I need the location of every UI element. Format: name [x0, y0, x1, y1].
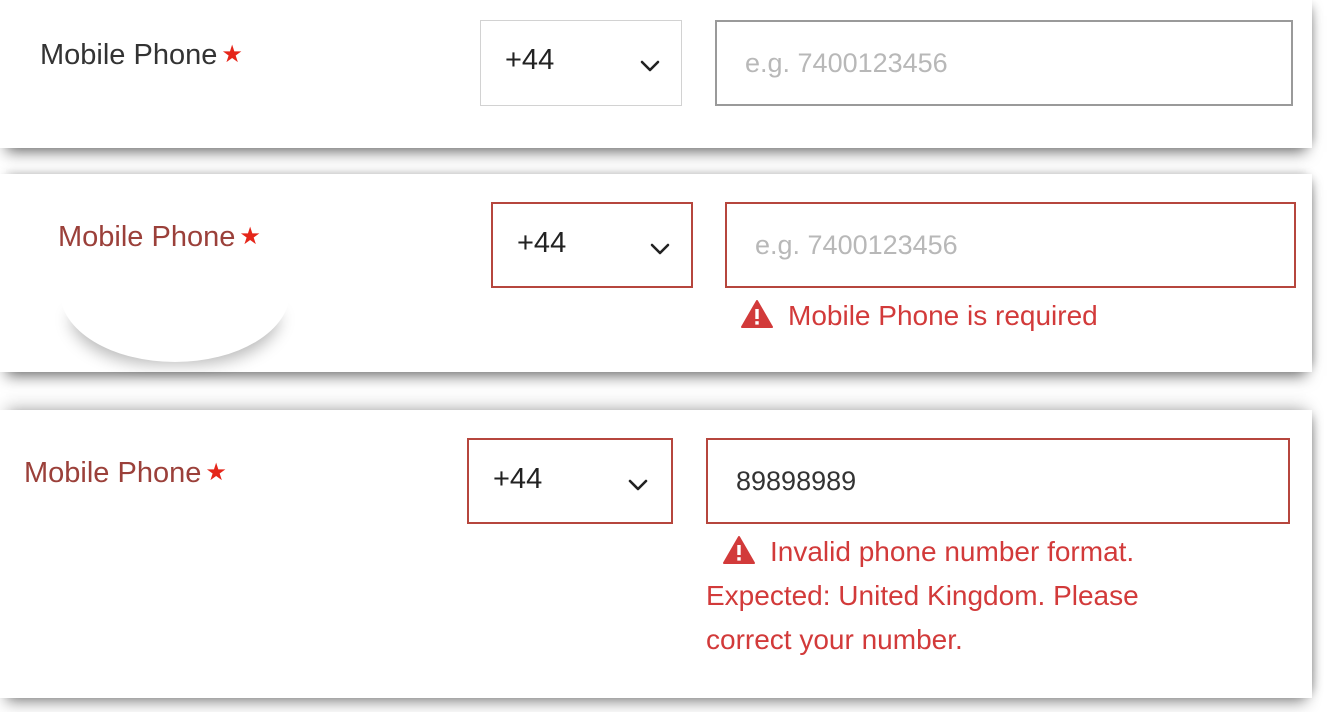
phone-number-input[interactable]: e.g. 7400123456	[715, 20, 1293, 106]
phone-number-placeholder: e.g. 7400123456	[755, 230, 958, 260]
country-code-select[interactable]: +44	[467, 438, 673, 524]
phone-number-value: 89898989	[736, 466, 857, 496]
country-code-value: +44	[493, 463, 543, 495]
phone-number-placeholder: e.g. 7400123456	[745, 48, 948, 78]
phone-number-input[interactable]: e.g. 7400123456	[725, 202, 1296, 288]
phone-number-input[interactable]: 89898989	[706, 438, 1290, 524]
mobile-phone-field-required-error: Mobile Phone ★ +44 e.g. 7400123456 Mobile…	[0, 174, 1312, 372]
chevron-down-icon	[640, 60, 660, 72]
country-code-value: +44	[505, 44, 555, 76]
field-label-text: Mobile Phone	[58, 221, 236, 253]
field-label: Mobile Phone ★	[40, 38, 243, 74]
required-star-icon: ★	[239, 223, 261, 250]
decorative-shadow	[60, 292, 290, 362]
country-code-value: +44	[517, 227, 567, 259]
error-message: Invalid phone number format. Expected: U…	[706, 530, 1139, 662]
field-label: Mobile Phone ★	[24, 456, 227, 492]
required-star-icon: ★	[221, 41, 243, 68]
field-label: Mobile Phone ★	[58, 220, 261, 256]
error-message: Mobile Phone is required	[740, 294, 1098, 338]
chevron-down-icon	[650, 243, 670, 255]
field-label-text: Mobile Phone	[24, 457, 202, 489]
error-text-line-3: correct your number.	[706, 624, 963, 655]
country-code-select[interactable]: +44	[480, 20, 682, 106]
chevron-down-icon	[628, 479, 648, 491]
field-label-text: Mobile Phone	[40, 39, 218, 71]
warning-triangle-icon	[723, 536, 755, 564]
error-text-line-2: Expected: United Kingdom. Please	[706, 580, 1139, 611]
mobile-phone-field-format-error: Mobile Phone ★ +44 89898989 Invalid phone…	[0, 410, 1312, 698]
warning-triangle-icon	[741, 300, 773, 328]
error-text: Mobile Phone is required	[788, 300, 1098, 331]
error-text-line-1: Invalid phone number format.	[770, 536, 1135, 567]
error-line-1: Invalid phone number format.	[706, 530, 1139, 574]
required-star-icon: ★	[205, 459, 227, 486]
mobile-phone-field-default: Mobile Phone ★ +44 e.g. 7400123456	[0, 0, 1312, 148]
country-code-select[interactable]: +44	[491, 202, 693, 288]
